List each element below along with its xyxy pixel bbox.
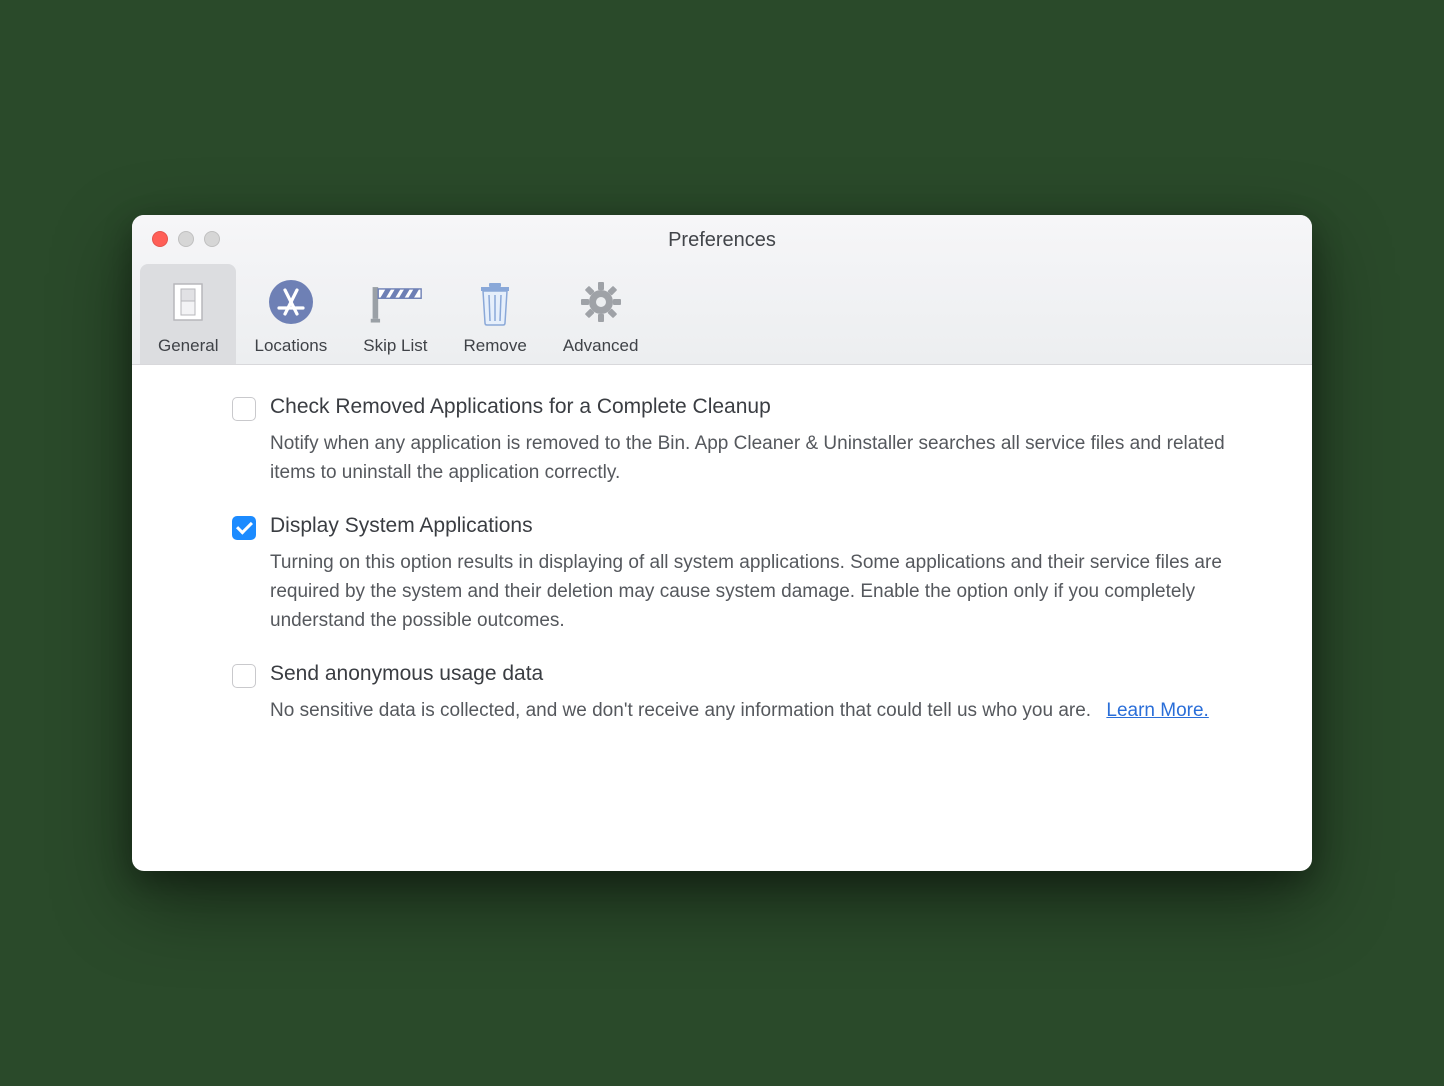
option-title: Check Removed Applications for a Complet… bbox=[270, 395, 1252, 419]
content-pane: Check Removed Applications for a Complet… bbox=[132, 365, 1312, 872]
appstore-icon bbox=[263, 274, 319, 330]
option-desc: Notify when any application is removed t… bbox=[270, 429, 1252, 488]
option-check-removed: Check Removed Applications for a Complet… bbox=[232, 395, 1252, 488]
option-desc: No sensitive data is collected, and we d… bbox=[270, 696, 1252, 725]
tab-label: Skip List bbox=[363, 336, 427, 356]
preferences-window: Preferences General bbox=[132, 215, 1312, 872]
traffic-lights bbox=[152, 231, 220, 247]
option-send-usage: Send anonymous usage data No sensitive d… bbox=[232, 662, 1252, 725]
option-desc: Turning on this option results in displa… bbox=[270, 548, 1252, 636]
tab-label: General bbox=[158, 336, 218, 356]
checkbox-check-removed[interactable] bbox=[232, 397, 256, 421]
close-window-button[interactable] bbox=[152, 231, 168, 247]
gear-icon bbox=[573, 274, 629, 330]
window-title: Preferences bbox=[132, 229, 1312, 264]
switch-icon bbox=[160, 274, 216, 330]
tab-locations[interactable]: Locations bbox=[236, 264, 345, 364]
tab-remove[interactable]: Remove bbox=[446, 264, 545, 364]
titlebar: Preferences General bbox=[132, 215, 1312, 365]
minimize-window-button[interactable] bbox=[178, 231, 194, 247]
checkbox-display-system[interactable] bbox=[232, 516, 256, 540]
barrier-icon bbox=[367, 274, 423, 330]
tab-general[interactable]: General bbox=[140, 264, 236, 364]
tab-advanced[interactable]: Advanced bbox=[545, 264, 657, 364]
option-desc-text: No sensitive data is collected, and we d… bbox=[270, 700, 1091, 721]
toolbar: General Locations bbox=[132, 264, 1312, 364]
tab-label: Remove bbox=[464, 336, 527, 356]
checkbox-send-usage[interactable] bbox=[232, 664, 256, 688]
trash-icon bbox=[467, 274, 523, 330]
tab-label: Advanced bbox=[563, 336, 639, 356]
tab-label: Locations bbox=[254, 336, 327, 356]
option-display-system: Display System Applications Turning on t… bbox=[232, 514, 1252, 636]
tab-skip-list[interactable]: Skip List bbox=[345, 264, 445, 364]
learn-more-link[interactable]: Learn More. bbox=[1106, 700, 1208, 721]
zoom-window-button[interactable] bbox=[204, 231, 220, 247]
option-title: Send anonymous usage data bbox=[270, 662, 1252, 686]
option-title: Display System Applications bbox=[270, 514, 1252, 538]
